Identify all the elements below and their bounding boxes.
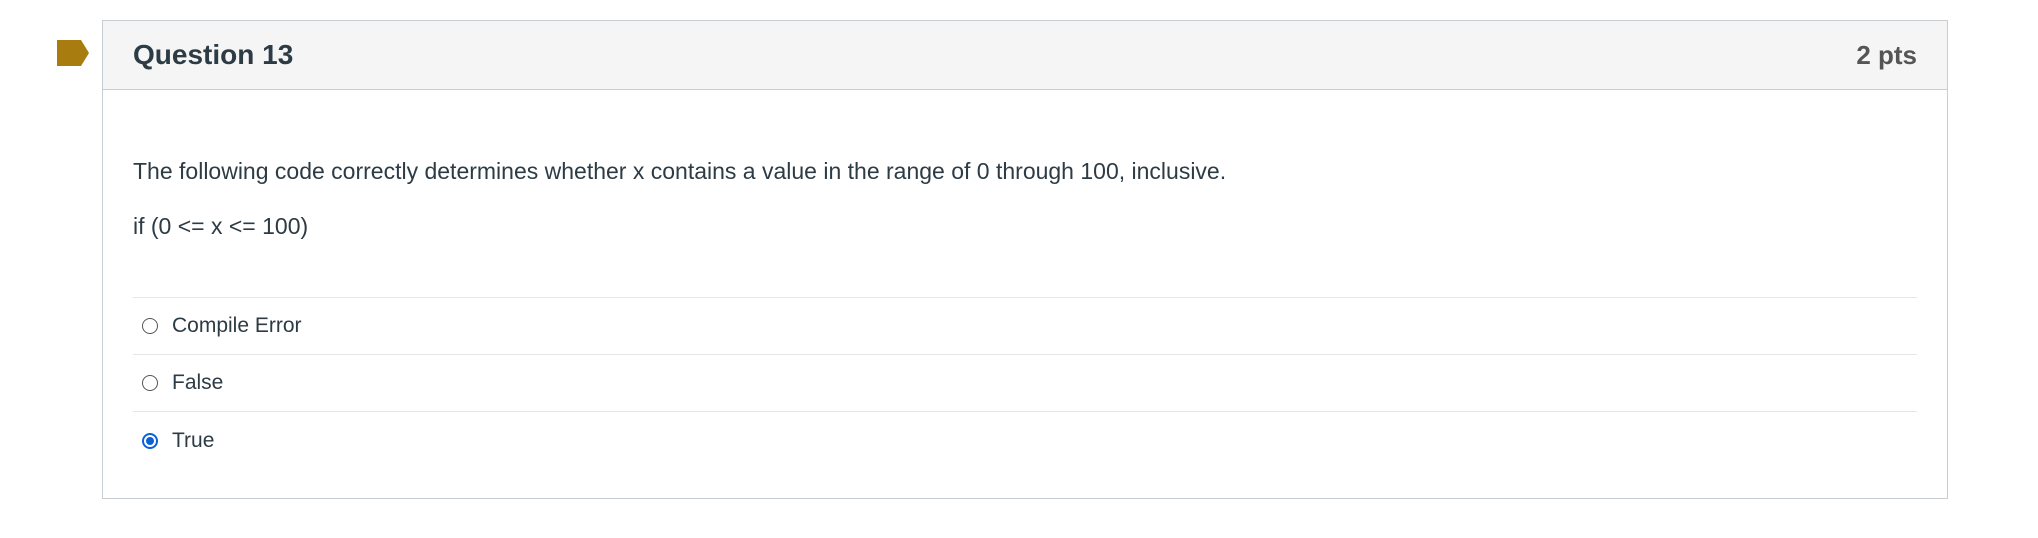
question-code: if (0 <= x <= 100) (133, 213, 309, 239)
question-text: The following code correctly determines … (133, 158, 1227, 184)
question-card: Question 13 2 pts The following code cor… (102, 20, 1948, 499)
question-header: Question 13 2 pts (103, 21, 1947, 90)
radio-button-selected-icon[interactable] (142, 432, 158, 449)
answer-label: True (172, 428, 215, 452)
radio-button-icon[interactable] (142, 375, 158, 391)
question-points: 2 pts (1856, 39, 1917, 70)
question-title: Question 13 (133, 39, 294, 70)
answer-label: False (172, 371, 224, 394)
answer-label: Compile Error (172, 314, 302, 337)
answer-option-compile-error[interactable]: Compile Error (133, 298, 1917, 355)
answer-option-true[interactable]: True (133, 412, 1917, 469)
question-body: The following code correctly determines … (103, 156, 1947, 469)
flag-icon[interactable] (57, 40, 89, 66)
answer-option-false[interactable]: False (133, 355, 1917, 412)
radio-button-icon[interactable] (142, 318, 158, 334)
answer-list: Compile Error False True (133, 297, 1917, 469)
